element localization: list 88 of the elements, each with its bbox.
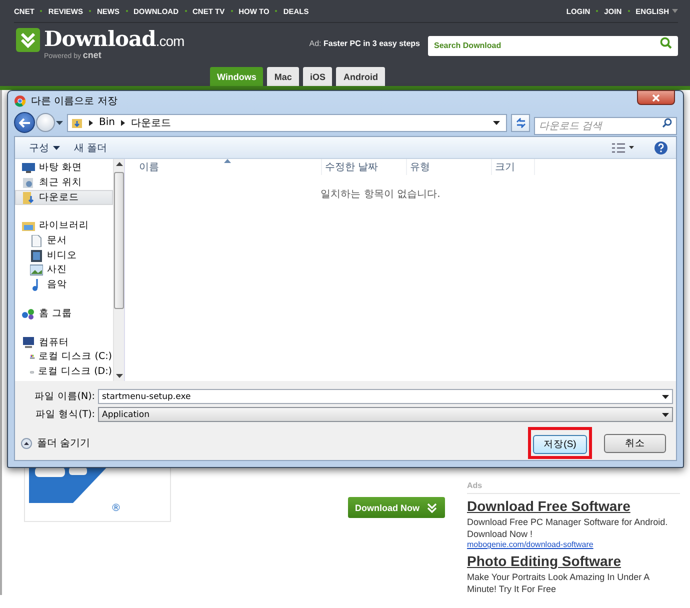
breadcrumb-item[interactable]: Bin — [99, 117, 115, 128]
browser-icon — [14, 95, 26, 107]
ad-description: Make Your Portraits Look Amazing In Under A Minute! Try It For Free — [467, 571, 650, 595]
hide-folders-button[interactable]: 폴더 숨기기 — [21, 436, 90, 450]
search-field[interactable]: Search Download — [428, 36, 678, 56]
address-bar[interactable]: Bin 다운로드 — [67, 114, 507, 132]
list-view-icon — [612, 142, 634, 152]
video-icon — [30, 250, 43, 262]
scroll-up-icon — [116, 162, 122, 166]
window-title: 다른 이름으로 저장 — [31, 95, 118, 108]
chevron-right-icon — [120, 120, 125, 126]
separator-dot — [230, 10, 233, 12]
caret-icon — [662, 412, 669, 416]
ad-title-link[interactable]: Photo Editing Software — [467, 553, 680, 569]
caret-icon — [53, 146, 60, 150]
caret-icon — [56, 120, 63, 124]
nav-item[interactable]: 바탕 화면 — [15, 161, 113, 176]
search-field[interactable]: 다운로드 검색 — [534, 117, 677, 135]
nav-item[interactable]: 다운로드 — [15, 190, 113, 206]
nav-item[interactable]: 로컬 디스크 (D:) — [15, 364, 113, 380]
filename-field[interactable]: startmenu-setup.exe — [98, 389, 673, 404]
caret-icon — [672, 9, 678, 13]
download-logo-icon — [16, 28, 40, 52]
help-icon[interactable] — [654, 140, 668, 154]
chevron-down-icon — [427, 502, 437, 512]
platform-tab[interactable]: Mac — [267, 67, 299, 86]
photo-icon — [30, 264, 43, 276]
platform-tab[interactable]: Android — [336, 67, 385, 86]
filetype-dropdown[interactable]: Application — [98, 407, 673, 422]
breadcrumb-item[interactable]: 다운로드 — [130, 116, 171, 130]
new-folder-button[interactable]: 새 폴더 — [68, 138, 114, 156]
column-header[interactable]: 수정한 날짜 — [322, 159, 407, 175]
recent-icon — [22, 177, 35, 190]
close-button[interactable] — [637, 90, 675, 105]
registered-mark: ® — [111, 503, 121, 514]
ad-url-link[interactable]: mobogenie.com/download-software — [467, 540, 680, 549]
library-icon — [22, 220, 35, 232]
computer-icon — [22, 336, 35, 349]
dialog-button[interactable]: 저장(S) — [533, 435, 587, 454]
chevron-right-icon — [89, 120, 93, 126]
ad-title-link[interactable]: Download Free Software — [467, 498, 680, 514]
nav-item[interactable]: 비디오 — [15, 248, 113, 264]
column-header[interactable]: 크기 — [492, 159, 535, 175]
organize-menu-button[interactable]: 구성 — [23, 138, 66, 156]
caret-icon — [493, 120, 500, 124]
separator-dot — [89, 10, 92, 12]
separator-dot — [126, 10, 128, 12]
caret-icon — [662, 394, 669, 398]
search-icon — [662, 118, 672, 128]
separator-dot — [628, 10, 630, 12]
ad-description: Download Free PC Manager Software for Android. Download Now ! — [467, 516, 669, 540]
homegroup-icon — [22, 308, 35, 320]
downloads-icon — [22, 192, 35, 204]
nav-item[interactable]: 라이브러리 — [15, 219, 113, 234]
scrollbar[interactable] — [113, 159, 124, 381]
nav-item[interactable]: 컴퓨터 — [15, 335, 113, 350]
dialog-button[interactable]: 취소 — [604, 434, 666, 452]
nav-item[interactable]: 최근 위치 — [15, 176, 113, 190]
nav-item[interactable]: 사진 — [15, 263, 113, 278]
document-icon — [30, 235, 43, 248]
back-button[interactable] — [14, 112, 35, 133]
empty-message: 일치하는 항목이 없습니다. — [320, 188, 442, 201]
refresh-button[interactable] — [511, 114, 530, 132]
close-icon — [652, 94, 660, 102]
field-label: 파일 형식(T): — [34, 408, 95, 421]
field-label: 파일 이름(N): — [33, 390, 95, 403]
platform-tab[interactable]: iOS — [302, 67, 332, 86]
site-logo[interactable]: Download.com — [44, 28, 184, 50]
separator-dot — [184, 10, 187, 12]
refresh-icon — [514, 118, 526, 128]
ads-heading: Ads — [467, 481, 680, 494]
nav-item[interactable]: 로컬 디스크 (C:) — [15, 350, 113, 365]
back-arrow-icon — [18, 118, 30, 128]
separator-dot — [40, 10, 42, 12]
separator-dot — [596, 10, 598, 12]
nav-item[interactable]: 홈 그룹 — [15, 306, 113, 322]
download-now-button[interactable]: Download Now — [348, 497, 445, 518]
column-header[interactable]: 유형 — [407, 159, 492, 175]
nav-item[interactable]: 문서 — [15, 234, 113, 248]
nav-item[interactable]: 음악 — [15, 278, 113, 292]
collapse-icon — [21, 438, 32, 448]
scroll-down-icon — [116, 374, 122, 378]
search-icon — [660, 37, 672, 49]
desktop-icon — [22, 162, 35, 174]
platform-tab[interactable]: Windows — [210, 67, 264, 86]
ad-text[interactable]: Ad: Faster PC in 3 easy steps — [309, 38, 420, 48]
separator-dot — [275, 10, 278, 12]
folder-icon — [71, 116, 83, 128]
